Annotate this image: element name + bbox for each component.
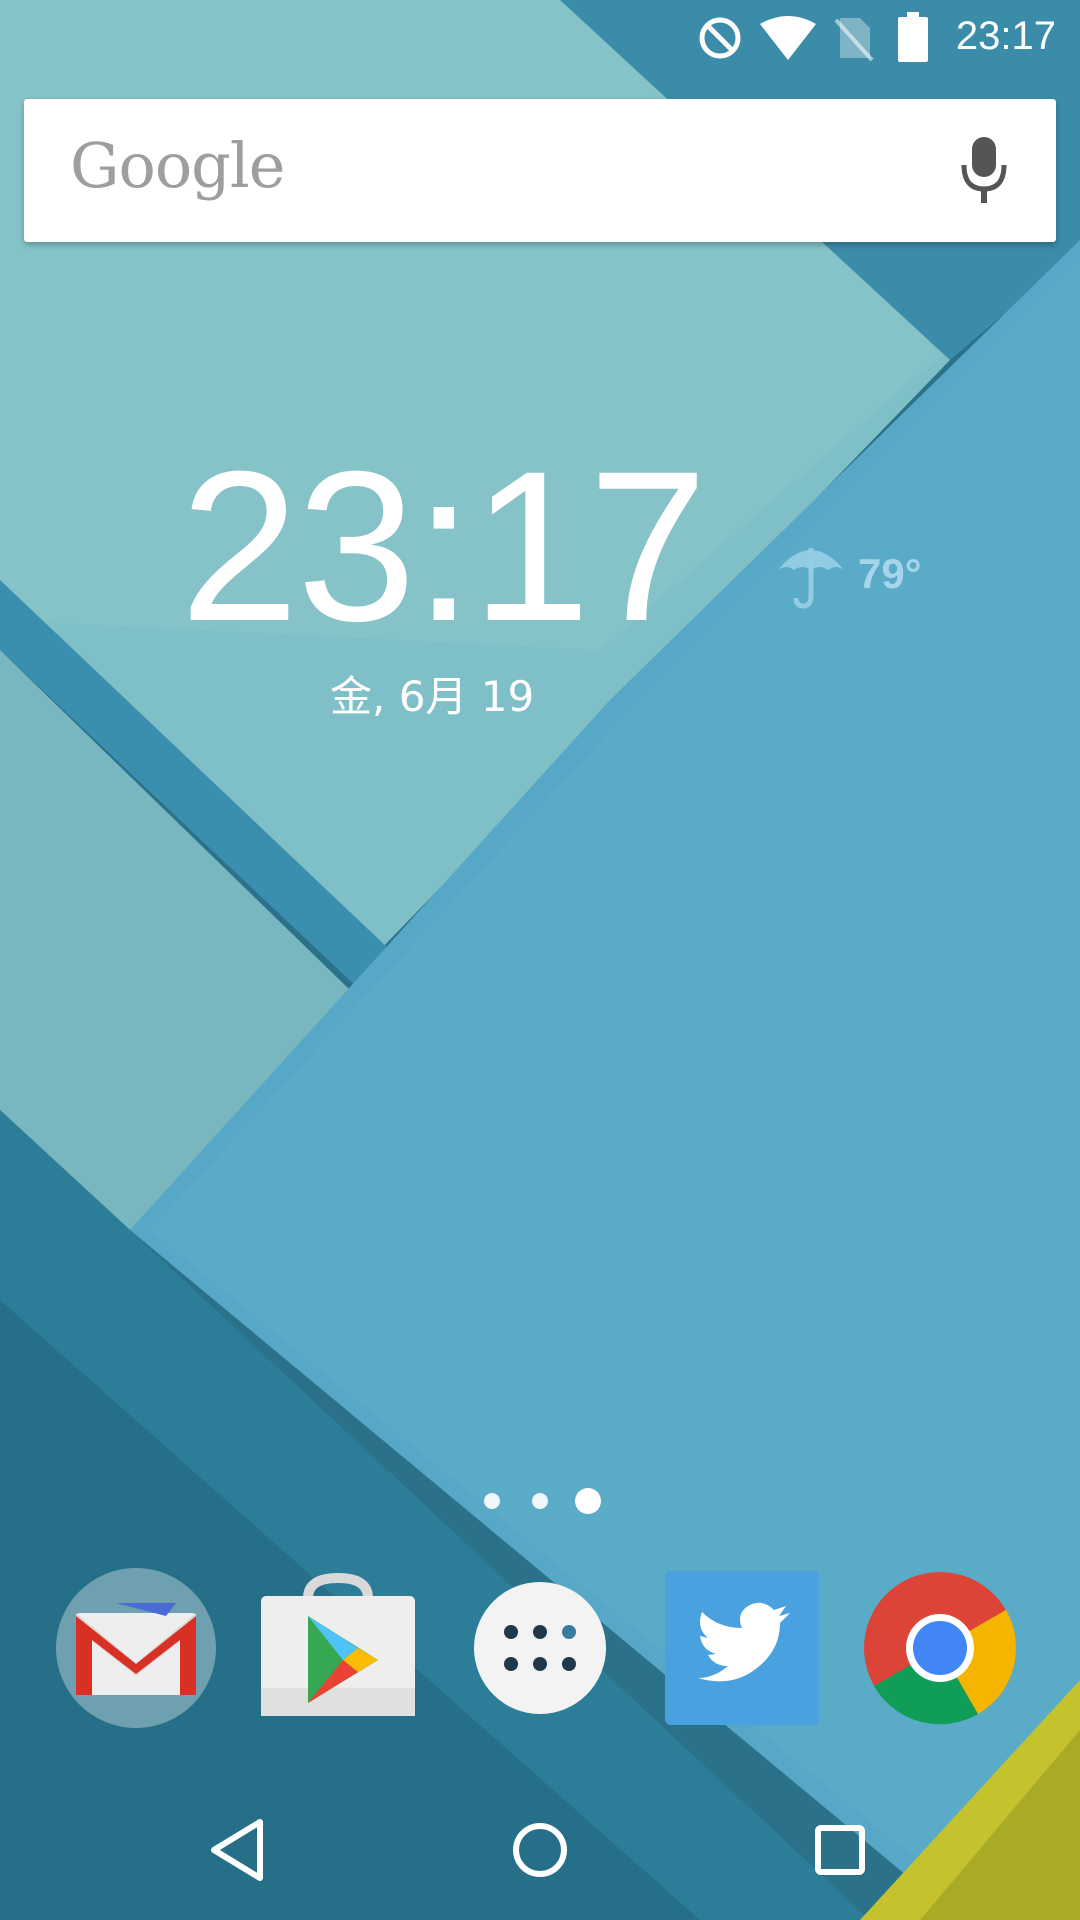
google-logo: Google: [70, 129, 285, 202]
status-bar: 23:17: [0, 0, 1080, 78]
play-store-icon[interactable]: [258, 1568, 418, 1728]
status-time: 23:17: [955, 14, 1056, 58]
mic-icon[interactable]: [960, 135, 1008, 207]
umbrella-icon: [778, 548, 844, 609]
wifi-icon: [760, 16, 816, 60]
google-search-bar[interactable]: Google: [24, 99, 1056, 242]
page-indicator: [0, 1485, 1080, 1515]
chrome-icon[interactable]: [860, 1568, 1020, 1728]
home-icon[interactable]: [500, 1810, 580, 1890]
clock-date[interactable]: 金, 6月 19: [330, 663, 534, 724]
recents-icon[interactable]: [800, 1810, 880, 1890]
page-dot[interactable]: [532, 1493, 548, 1509]
no-sim-icon: [834, 18, 874, 62]
do-not-disturb-icon: [699, 17, 741, 59]
home-screen: 23:17 Google 23:17 金, 6月 19 79°: [0, 0, 1080, 1920]
back-icon[interactable]: [200, 1810, 280, 1890]
page-dot[interactable]: [484, 1493, 500, 1509]
page-dot-active[interactable]: [575, 1488, 601, 1514]
weather-widget[interactable]: 79°: [776, 540, 966, 610]
twitter-icon[interactable]: [662, 1568, 822, 1728]
app-drawer-icon[interactable]: [460, 1568, 620, 1728]
weather-temperature: 79°: [858, 550, 922, 597]
clock-time[interactable]: 23:17: [180, 440, 708, 654]
gmail-icon[interactable]: [56, 1568, 216, 1728]
battery-icon: [898, 12, 928, 62]
